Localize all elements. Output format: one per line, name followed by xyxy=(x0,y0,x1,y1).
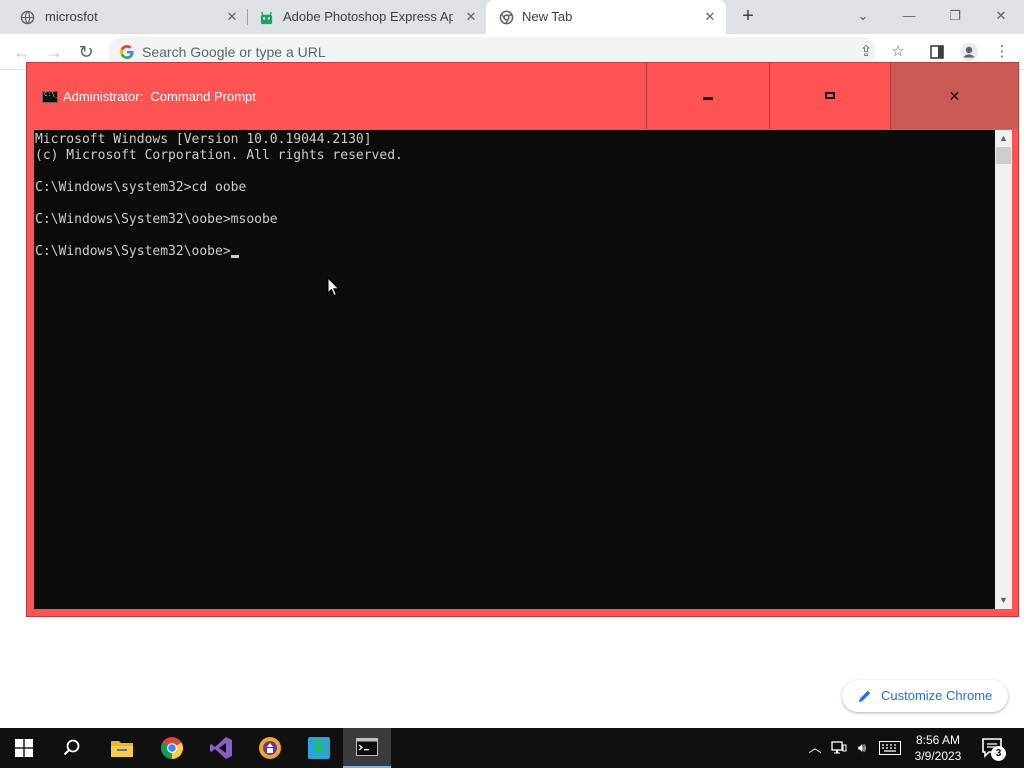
console-prompt: C:\Windows\System32\oobe> xyxy=(35,244,231,259)
downloader-icon xyxy=(308,737,330,759)
cmd-titlebar[interactable]: Administrator: Command Prompt ✕ xyxy=(27,63,1018,129)
taskbar-visual-studio[interactable] xyxy=(197,728,245,768)
tab-title: microsfot xyxy=(45,9,98,24)
google-icon xyxy=(120,45,134,59)
vpn-icon xyxy=(259,737,281,759)
console-scrollbar[interactable]: ▲ ▼ xyxy=(995,130,1012,609)
close-window-icon[interactable]: ✕ xyxy=(989,4,1013,28)
show-hidden-icons-chevron-icon[interactable]: ︿ xyxy=(805,738,825,758)
clock-date: 3/9/2023 xyxy=(914,749,962,763)
scrollbar-thumb[interactable] xyxy=(996,147,1011,164)
customize-chrome-button[interactable]: Customize Chrome xyxy=(842,680,1008,712)
chrome-icon xyxy=(161,737,183,759)
system-clock[interactable]: 8:56 AM 3/9/2023 xyxy=(906,732,970,764)
start-icon xyxy=(15,739,33,757)
taskbar-downloader[interactable] xyxy=(295,728,343,768)
volume-icon[interactable]: 🔊︎ xyxy=(852,738,872,758)
clock-time: 8:56 AM xyxy=(915,733,961,747)
bookmark-star-icon[interactable]: ☆ xyxy=(888,42,908,62)
tab-microsfot[interactable]: microsfot ✕ xyxy=(0,0,246,34)
command-prompt-icon xyxy=(42,91,58,103)
tab-adobe-photoshop[interactable]: Adobe Photoshop Express App | ✕ xyxy=(248,0,486,34)
taskbar-vpn[interactable] xyxy=(246,728,294,768)
console-prompt-line: C:\Windows\System32\oobe> xyxy=(35,244,403,260)
back-button[interactable]: ← xyxy=(10,40,34,64)
share-icon[interactable]: ⇪ xyxy=(856,42,876,62)
tab-title: New Tab xyxy=(522,9,573,24)
mouse-pointer-icon xyxy=(327,277,340,297)
cmd-close-button[interactable]: ✕ xyxy=(890,63,1018,129)
tab-close-icon[interactable]: ✕ xyxy=(702,9,718,25)
notification-count-badge: 3 xyxy=(991,746,1006,761)
command-prompt-window: Administrator: Command Prompt ✕ Microsof… xyxy=(26,62,1019,617)
cmd-window-title: Administrator: Command Prompt xyxy=(63,89,256,104)
taskbar-file-explorer[interactable] xyxy=(98,728,146,768)
close-icon: ✕ xyxy=(948,87,961,104)
console-line: C:\Windows\System32\oobe>msoobe xyxy=(35,212,278,227)
taskbar-command-prompt[interactable] xyxy=(343,728,391,768)
pencil-icon xyxy=(859,690,871,702)
tab-close-icon[interactable]: ✕ xyxy=(463,9,479,25)
cmd-maximize-button[interactable] xyxy=(769,63,890,129)
console-line: Microsoft Windows [Version 10.0.19044.21… xyxy=(35,132,372,147)
console-line: C:\Windows\system32>cd oobe xyxy=(35,180,247,195)
menu-kebab-icon[interactable]: ⋮ xyxy=(992,42,1012,62)
start-button[interactable] xyxy=(0,728,48,768)
globe-icon xyxy=(20,10,35,25)
tab-new-tab[interactable]: New Tab ✕ xyxy=(486,0,726,34)
keyboard-icon[interactable] xyxy=(878,738,902,758)
reload-button[interactable]: ↻ xyxy=(74,40,98,64)
search-icon xyxy=(63,739,80,756)
scroll-down-arrow-icon[interactable]: ▼ xyxy=(995,592,1012,609)
restore-window-icon[interactable]: ❐ xyxy=(943,4,967,28)
visual-studio-icon xyxy=(210,737,232,759)
taskbar-search-button[interactable] xyxy=(48,728,96,768)
file-explorer-icon xyxy=(111,741,133,757)
omnibox-input[interactable] xyxy=(142,44,542,60)
new-tab-button[interactable]: + xyxy=(736,4,760,28)
side-panel-icon[interactable] xyxy=(927,42,947,62)
console-output[interactable]: Microsoft Windows [Version 10.0.19044.21… xyxy=(34,130,995,609)
browser-tab-strip: microsfot ✕ Adobe Photoshop Express App … xyxy=(0,0,1024,34)
android-icon xyxy=(260,11,273,25)
minimize-icon xyxy=(703,96,713,100)
forward-button[interactable]: → xyxy=(42,40,66,64)
taskbar-chrome[interactable] xyxy=(148,728,196,768)
tab-search-icon[interactable]: ⌄ xyxy=(851,4,875,28)
windows-taskbar: ︿ 🔊︎ 8:56 AM 3/9/2023 3 xyxy=(0,728,1024,768)
network-icon[interactable] xyxy=(829,738,849,758)
cmd-minimize-button[interactable] xyxy=(646,63,769,129)
console-line: (c) Microsoft Corporation. All rights re… xyxy=(35,148,403,163)
scroll-up-arrow-icon[interactable]: ▲ xyxy=(995,130,1012,147)
tab-close-icon[interactable]: ✕ xyxy=(224,9,240,25)
command-prompt-icon xyxy=(356,738,378,756)
tab-title: Adobe Photoshop Express App | xyxy=(283,9,453,24)
chrome-icon xyxy=(499,10,514,25)
minimize-window-icon[interactable]: — xyxy=(897,4,921,28)
text-caret xyxy=(230,255,239,258)
customize-chrome-label: Customize Chrome xyxy=(881,688,993,703)
maximize-icon xyxy=(825,91,835,99)
profile-avatar-icon[interactable] xyxy=(959,42,979,62)
